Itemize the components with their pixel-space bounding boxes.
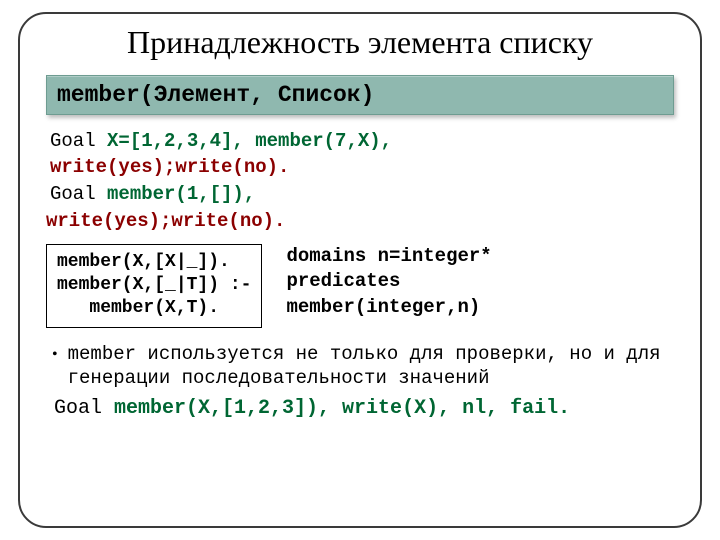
slide-title: Принадлежность элемента списку: [46, 24, 674, 61]
two-column-row: member(X,[X|_]). member(X,[_|T]) :- memb…: [46, 244, 674, 328]
ex1-prefix: Goal: [50, 130, 107, 152]
goal-last-prefix: Goal: [54, 397, 114, 420]
example1-line2: write(yes);write(no).: [50, 155, 674, 180]
slide-frame: Принадлежность элемента списку member(Эл…: [18, 12, 702, 528]
domains-l3: member(integer,n): [286, 295, 491, 321]
domains-l2: predicates: [286, 269, 491, 295]
goal-last-call: member(X,[1,2,3]), write(X), nl, fail.: [114, 397, 570, 420]
banner-text: member(Элемент, Список): [57, 82, 374, 108]
bullet-item: • member используется не только для пров…: [52, 342, 674, 391]
example2-line2: write(yes);write(no).: [46, 209, 674, 234]
ex2-call: member(1,[]),: [107, 183, 255, 205]
ex1-call: X=[1,2,3,4], member(7,X),: [107, 130, 392, 152]
example2-line1: Goal member(1,[]),: [50, 182, 674, 207]
example1-line1: Goal X=[1,2,3,4], member(7,X),: [50, 129, 674, 154]
goal-last-line: Goal member(X,[1,2,3]), write(X), nl, fa…: [54, 397, 674, 420]
bullet-marker: •: [52, 342, 58, 366]
banner-box: member(Элемент, Список): [46, 75, 674, 115]
ex2-prefix: Goal: [50, 183, 107, 205]
domains-block: domains n=integer* predicates member(int…: [286, 244, 491, 321]
domains-l1: domains n=integer*: [286, 244, 491, 270]
bullet-text: member используется не только для провер…: [68, 342, 674, 391]
code-definition-box: member(X,[X|_]). member(X,[_|T]) :- memb…: [46, 244, 262, 328]
